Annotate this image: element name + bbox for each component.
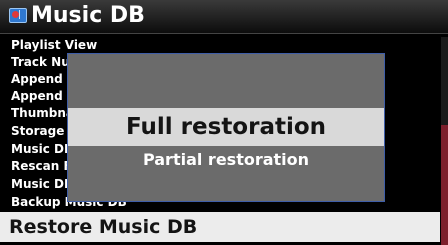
partial-restoration-option[interactable]: Partial restoration	[68, 148, 384, 172]
scrollbar[interactable]	[441, 37, 448, 245]
title-bar: Music DB	[0, 0, 448, 34]
full-restoration-option[interactable]: Full restoration	[68, 108, 384, 146]
restore-options-dialog: Full restoration Partial restoration	[67, 53, 385, 202]
music-db-icon	[9, 8, 27, 23]
page-title: Music DB	[31, 3, 145, 28]
menu-item-restore-music-db[interactable]: Restore Music DB	[0, 212, 440, 242]
scrollbar-thumb[interactable]	[441, 125, 448, 245]
